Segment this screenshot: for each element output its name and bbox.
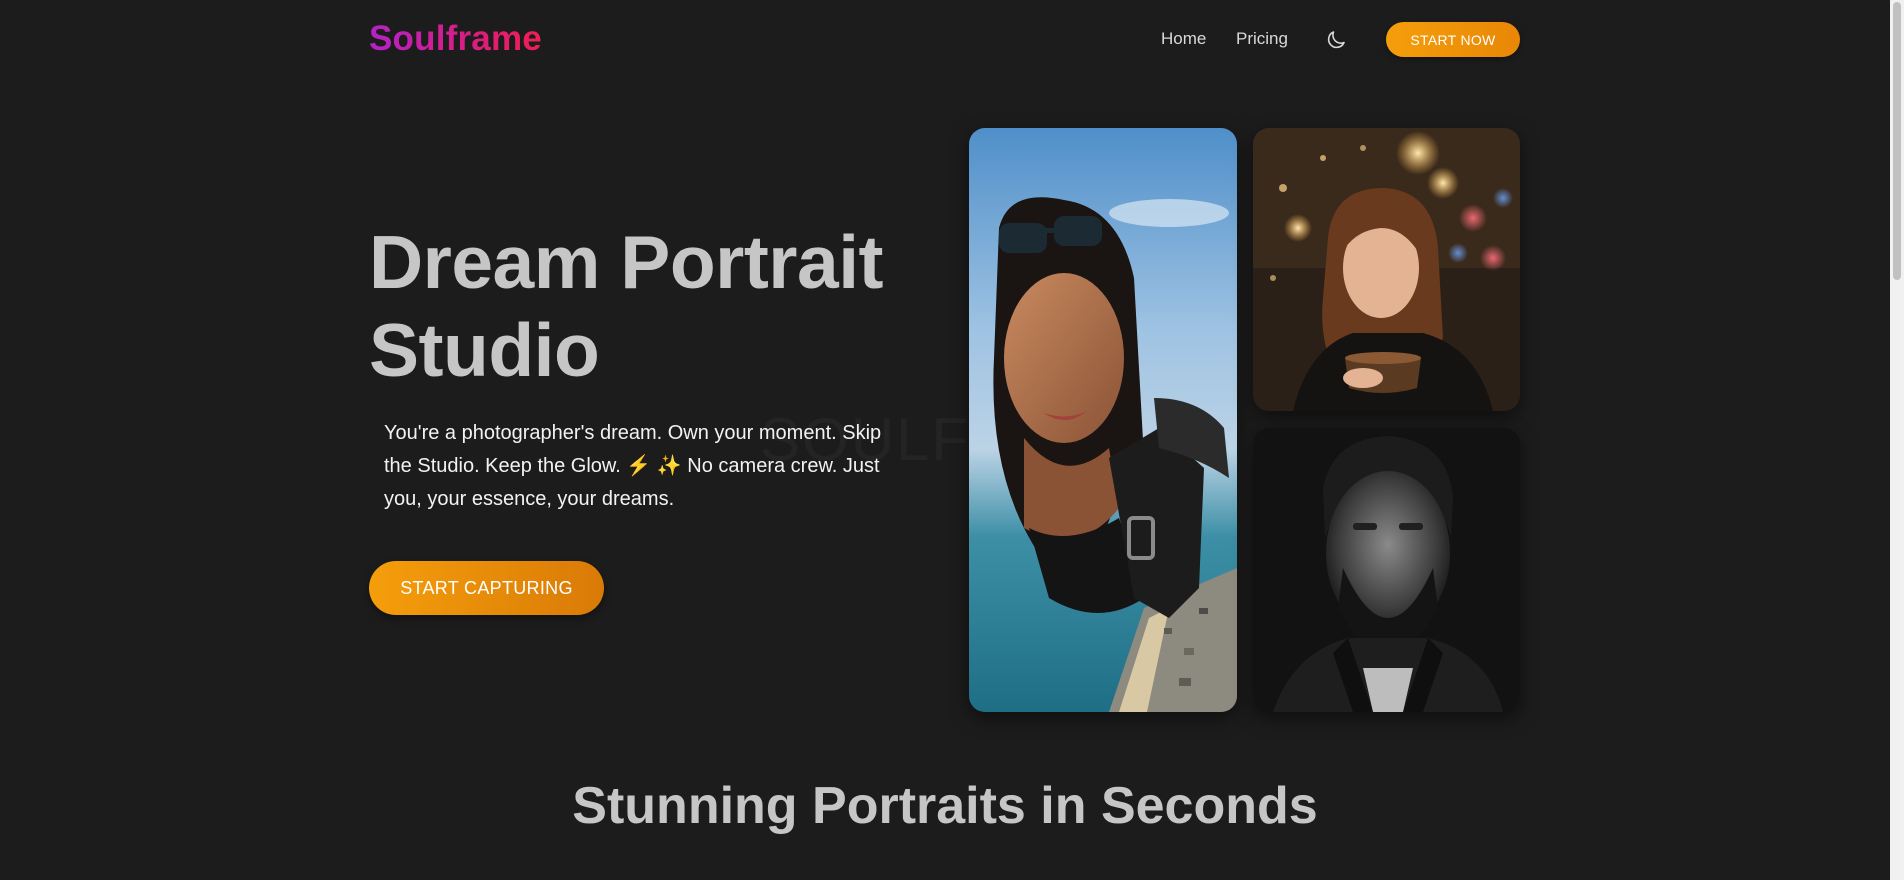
nav-pricing-link[interactable]: Pricing (1236, 29, 1288, 49)
portrait-coffee-rain-image (1253, 128, 1520, 411)
hero-title-line-1: Dream Portrait (369, 220, 884, 304)
page-scrollbar[interactable] (1890, 0, 1904, 880)
section-title: Stunning Portraits in Seconds (572, 777, 1318, 835)
moon-icon[interactable] (1324, 28, 1348, 52)
scrollbar-thumb[interactable] (1893, 2, 1901, 280)
portrait-skydiver-image (969, 128, 1237, 712)
hero-title-line-2: Studio (369, 308, 600, 392)
portrait-monochrome-man-image (1253, 428, 1520, 712)
nav-home-link[interactable]: Home (1161, 29, 1206, 49)
start-capturing-button[interactable]: START CAPTURING (369, 561, 604, 615)
page: Soulframe Home Pricing START NOW SOULFRA… (0, 0, 1904, 880)
hero-title: Dream Portrait Studio (369, 218, 929, 394)
start-now-button[interactable]: START NOW (1386, 22, 1520, 57)
hero-subtitle: You're a photographer's dream. Own your … (384, 422, 882, 510)
brand-logo[interactable]: Soulframe (369, 18, 542, 60)
